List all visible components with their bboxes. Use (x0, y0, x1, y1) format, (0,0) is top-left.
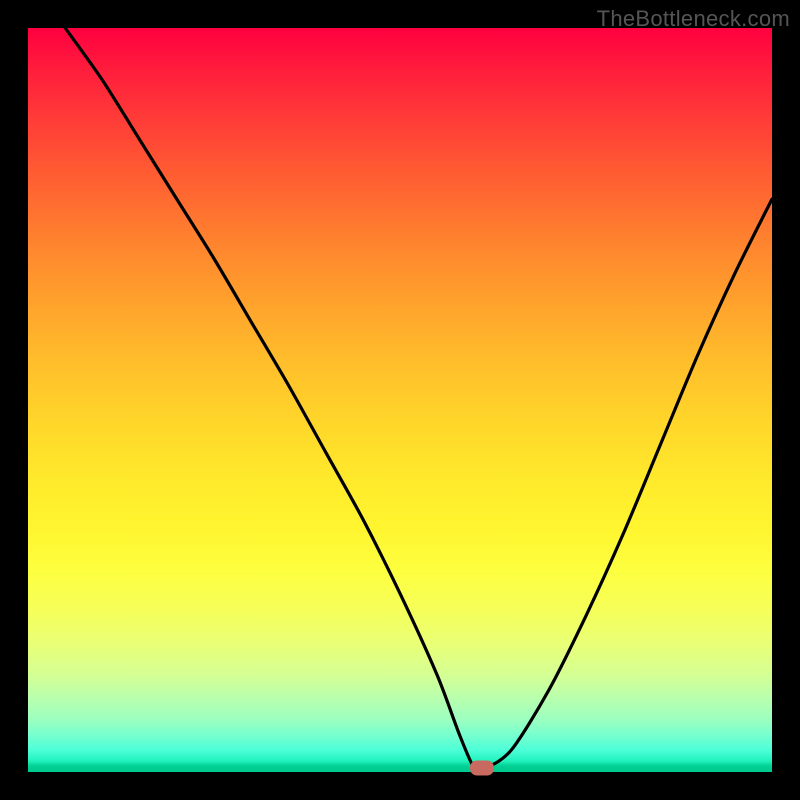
plot-area (28, 28, 772, 772)
chart-frame: TheBottleneck.com (0, 0, 800, 800)
bottleneck-curve (65, 28, 772, 771)
watermark-text: TheBottleneck.com (597, 6, 790, 32)
optimum-marker (470, 761, 494, 776)
curve-svg (28, 28, 772, 772)
